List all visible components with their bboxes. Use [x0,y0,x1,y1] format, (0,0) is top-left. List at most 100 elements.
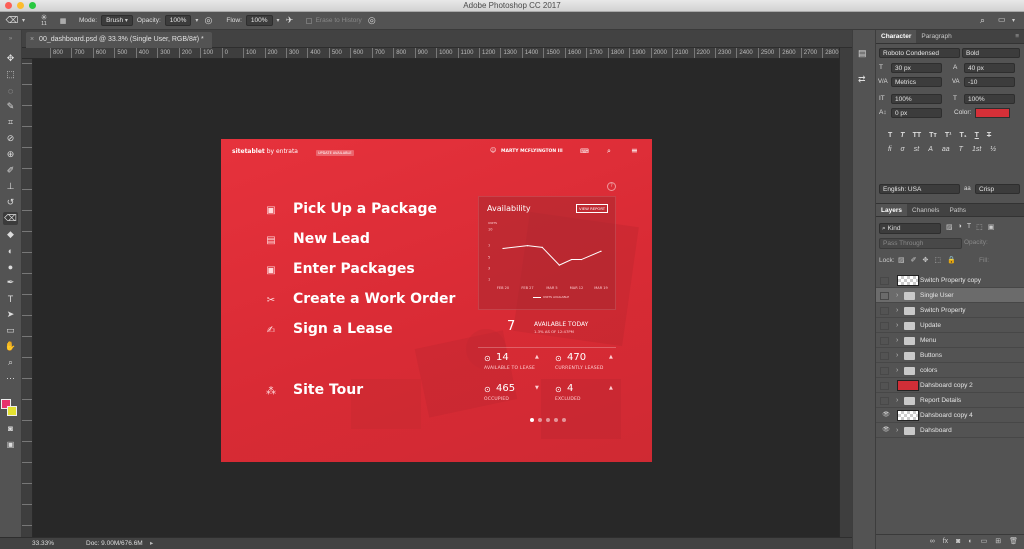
menu-item-site-tour[interactable]: Site Tour [293,382,363,398]
rectangle-tool-icon[interactable]: ▭ [3,324,18,337]
help-icon[interactable]: ? [607,182,616,191]
workspace-icon[interactable]: ▭ [998,15,1006,24]
pen-tool-icon[interactable]: ✒ [3,276,18,289]
lock-all-icon[interactable]: 🔒 [947,256,956,264]
filter-smart-icon[interactable]: ▣ [988,223,995,231]
expand-chevron-icon[interactable]: › [896,318,898,333]
pressure-size-icon[interactable]: ◎ [366,15,378,27]
history-brush-tool-icon[interactable]: ↺ [3,196,18,209]
background-color-swatch[interactable] [7,406,17,416]
font-size-field[interactable]: 30 px [891,63,942,73]
tab-layers[interactable]: Layers [876,204,907,216]
expand-chevron-icon[interactable]: › [896,423,898,438]
layer-row[interactable]: › Single User [876,288,1024,303]
screen-mode-icon[interactable]: ▣ [3,438,18,451]
flow-dropdown[interactable]: ▾ [277,17,280,24]
more-tools-icon[interactable]: ⋯ [3,372,18,385]
baseline-shift-field[interactable]: 0 px [891,108,942,118]
menu-item-new-lead[interactable]: New Lead [293,231,370,247]
fraction-icon[interactable]: 1st [972,146,981,153]
search-icon[interactable]: ⌕ [607,147,611,156]
delete-layer-icon[interactable]: 🗑 [1009,535,1018,549]
tab-paths[interactable]: Paths [944,204,971,216]
lasso-tool-icon[interactable]: ◌ [3,84,18,97]
canvas-area[interactable]: sitetablet by entrata UPDATE AVAILABLE ☺… [33,59,839,537]
visibility-toggle[interactable] [880,322,889,330]
layer-row[interactable]: Switch Property copy [876,273,1024,288]
brush-settings-icon[interactable]: ▦ [57,15,69,27]
history-panel-icon[interactable]: ▤ [858,48,867,59]
new-group-icon[interactable]: ▭ [981,535,988,549]
filter-type-icon[interactable]: T [967,223,971,231]
kerning-field[interactable]: Metrics [891,77,942,87]
layer-style-icon[interactable]: fx [943,535,948,549]
expand-chevron-icon[interactable]: › [896,393,898,408]
visibility-eye-icon[interactable]: 👁 [881,423,891,438]
visibility-toggle[interactable] [880,292,889,300]
flow-field[interactable]: 100% [245,15,273,26]
expand-chevron-icon[interactable]: › [896,303,898,318]
type-tool-icon[interactable]: T [3,292,18,305]
brush-tool-icon[interactable]: ✐ [3,164,18,177]
erase-history-checkbox[interactable] [305,17,312,24]
update-badge[interactable]: UPDATE AVAILABLE [316,150,354,156]
eraser-tool-icon[interactable]: ⌫ [6,15,19,27]
brush-picker[interactable]: ✳ 11 [35,14,53,28]
layer-row[interactable]: › Update [876,318,1024,333]
layer-filter-select[interactable]: ⌕ Kind [879,223,941,234]
filter-adjustment-icon[interactable]: ◑ [958,223,962,231]
vertical-scrollbar[interactable] [839,48,852,537]
move-tool-icon[interactable]: ✥ [3,52,18,65]
eyedropper-tool-icon[interactable]: ⊘ [3,132,18,145]
link-layers-icon[interactable]: ∞ [930,535,935,549]
lock-transparent-icon[interactable]: ▨ [898,256,905,264]
visibility-toggle[interactable] [880,397,889,405]
layer-row[interactable]: 👁 › Dahsboard [876,423,1024,438]
ligature-icon[interactable]: ﬁ [888,146,892,153]
dashboard-artboard[interactable]: sitetablet by entrata UPDATE AVAILABLE ☺… [221,139,652,462]
faux-italic-button[interactable]: T [900,132,904,139]
workspace-dropdown[interactable]: ▾ [1012,17,1015,24]
quick-mask-icon[interactable]: ◙ [3,422,18,435]
visibility-toggle[interactable] [880,367,889,375]
visibility-toggle[interactable] [880,337,889,345]
tab-paragraph[interactable]: Paragraph [916,30,956,43]
lock-artboard-icon[interactable]: ⬚ [934,256,941,264]
all-caps-button[interactable]: TT [913,132,922,139]
font-family-select[interactable]: Roboto Condensed [879,48,960,58]
pressure-opacity-icon[interactable]: ◎ [202,15,214,27]
airbrush-icon[interactable]: ✈ [284,15,296,27]
pager-dot-active[interactable] [530,418,534,422]
mode-select[interactable]: Brush ▾ [101,15,133,26]
layer-row[interactable]: 👁 Dahsboard copy 4 [876,408,1024,423]
minimize-window-button[interactable] [17,2,24,9]
pager-dot[interactable] [562,418,566,422]
paint-bucket-tool-icon[interactable]: ◆ [3,228,18,241]
opacity-dropdown[interactable]: ▾ [195,17,198,24]
strikethrough-button[interactable]: T [987,132,991,139]
visibility-toggle[interactable] [880,277,889,285]
menu-item-create-work-order[interactable]: Create a Work Order [293,291,455,307]
tab-character[interactable]: Character [876,30,917,43]
layer-row[interactable]: Dahsboard copy 2 [876,378,1024,393]
hand-tool-icon[interactable]: ✋ [3,340,18,353]
layer-row[interactable]: › Switch Property [876,303,1024,318]
opacity-field[interactable]: 100% [164,15,192,26]
language-select[interactable]: English: USA [879,184,960,194]
menu-item-enter-packages[interactable]: Enter Packages [293,261,415,277]
visibility-toggle[interactable] [880,352,889,360]
tracking-field[interactable]: -10 [964,77,1015,87]
healing-brush-tool-icon[interactable]: ⊕ [3,148,18,161]
new-layer-icon[interactable]: ⊞ [995,535,1001,549]
keyboard-icon[interactable]: ⌨ [580,148,589,155]
ordinals-icon[interactable]: T [959,146,963,153]
expand-chevron-icon[interactable]: › [896,288,898,303]
vertical-scale-field[interactable]: 100% [891,94,942,104]
crop-tool-icon[interactable]: ⌗ [3,116,18,129]
horizontal-scale-field[interactable]: 100% [964,94,1015,104]
status-menu-arrow[interactable]: ▸ [150,538,153,549]
expand-chevron-icon[interactable]: › [896,363,898,378]
close-window-button[interactable] [5,2,12,9]
search-icon[interactable]: ⌕ [980,15,985,26]
stylistic-alt-icon[interactable]: st [914,146,919,153]
